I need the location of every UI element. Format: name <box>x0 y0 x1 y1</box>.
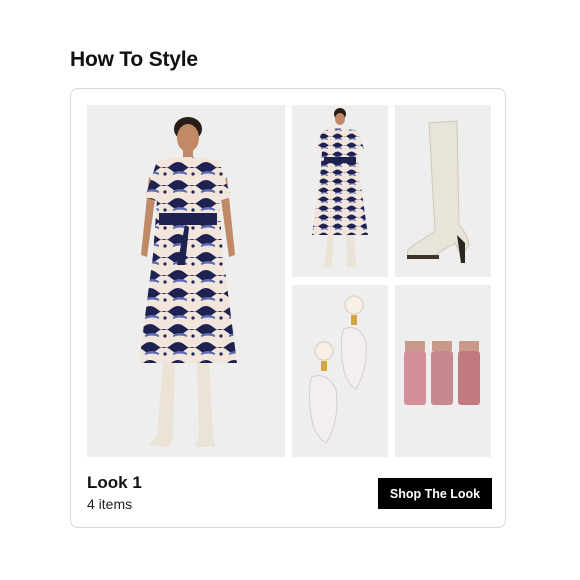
look-item-count: 4 items <box>87 496 133 512</box>
model-illustration <box>87 105 285 457</box>
dress-product-image[interactable] <box>292 105 388 277</box>
lip-tint-illustration <box>395 285 491 457</box>
boot-illustration <box>395 105 491 277</box>
boot-product-image[interactable] <box>395 105 491 277</box>
main-look-image[interactable] <box>87 105 285 457</box>
how-to-style-page: How To Style Look 1 4 items Shop The Loo… <box>0 0 580 580</box>
earring-product-image[interactable] <box>292 285 388 457</box>
look-card: Look 1 4 items Shop The Look <box>70 88 506 528</box>
lip-tint-product-image[interactable] <box>395 285 491 457</box>
shop-the-look-button[interactable]: Shop The Look <box>378 478 492 509</box>
dress-illustration <box>292 105 388 277</box>
section-title: How To Style <box>70 48 198 71</box>
earring-illustration <box>292 285 388 457</box>
look-title: Look 1 <box>87 473 142 492</box>
